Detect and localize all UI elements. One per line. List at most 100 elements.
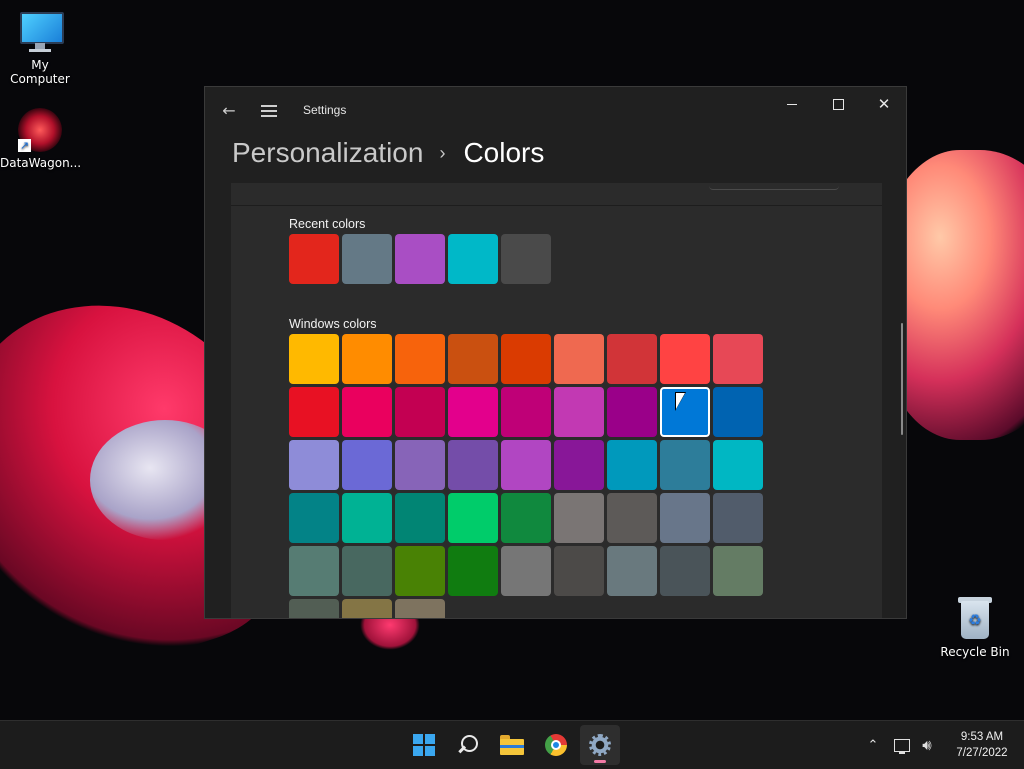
minimize-button[interactable] (769, 87, 815, 121)
volume-button[interactable]: 🔊︎ (916, 721, 938, 769)
recent-color-swatch[interactable] (395, 234, 445, 284)
color-row (289, 599, 766, 618)
chrome-icon (545, 734, 567, 756)
windows-color-swatch[interactable] (342, 546, 392, 596)
windows-color-swatch[interactable] (448, 334, 498, 384)
recent-color-swatch[interactable] (342, 234, 392, 284)
windows-color-swatch[interactable] (395, 387, 445, 437)
windows-logo-icon (413, 734, 435, 756)
windows-color-swatch[interactable] (554, 334, 604, 384)
windows-color-swatch[interactable] (289, 440, 339, 490)
active-app-indicator (594, 760, 606, 763)
windows-color-swatch[interactable] (660, 334, 710, 384)
windows-color-swatch[interactable] (289, 546, 339, 596)
chevron-right-icon: › (439, 142, 446, 163)
gear-icon (589, 734, 611, 756)
window-title: Settings (303, 103, 347, 117)
recent-color-swatch[interactable] (501, 234, 551, 284)
windows-color-swatch[interactable] (501, 440, 551, 490)
shortcut-arrow-icon: ↗ (18, 139, 31, 152)
hamburger-menu-icon[interactable] (261, 105, 277, 117)
recent-color-swatch[interactable] (289, 234, 339, 284)
windows-color-swatch[interactable] (554, 387, 604, 437)
windows-color-swatch[interactable] (395, 334, 445, 384)
search-icon (457, 734, 479, 756)
chevron-up-icon: ⌃ (867, 737, 879, 753)
title-bar[interactable]: ← Settings ✕ (205, 87, 906, 135)
windows-color-swatch[interactable] (713, 334, 763, 384)
minimize-icon (787, 103, 797, 105)
windows-color-swatch[interactable] (501, 546, 551, 596)
color-row (289, 440, 766, 490)
scrollbar-thumb[interactable] (901, 323, 903, 435)
windows-color-swatch[interactable] (660, 493, 710, 543)
windows-color-swatch[interactable] (448, 546, 498, 596)
chrome-button[interactable] (536, 725, 576, 765)
windows-color-swatch[interactable] (554, 546, 604, 596)
back-arrow-icon[interactable]: ← (219, 101, 239, 121)
windows-color-swatch[interactable] (448, 387, 498, 437)
windows-color-swatch[interactable] (395, 599, 445, 618)
breadcrumb-personalization[interactable]: Personalization (232, 137, 423, 169)
windows-color-swatch[interactable] (289, 334, 339, 384)
windows-color-swatch[interactable] (448, 440, 498, 490)
windows-color-swatch[interactable] (342, 493, 392, 543)
windows-color-swatch[interactable] (501, 387, 551, 437)
show-hidden-icons-button[interactable]: ⌃ (864, 721, 882, 769)
windows-color-swatch[interactable] (342, 334, 392, 384)
windows-color-swatch[interactable] (713, 546, 763, 596)
windows-color-swatch[interactable] (395, 493, 445, 543)
close-button[interactable]: ✕ (861, 87, 906, 121)
windows-color-swatch[interactable] (289, 599, 339, 618)
windows-color-swatch[interactable] (342, 440, 392, 490)
windows-color-swatch[interactable] (289, 493, 339, 543)
windows-color-swatch[interactable] (607, 334, 657, 384)
windows-color-swatch[interactable] (395, 546, 445, 596)
colors-content-panel: Recent colors Windows colors (231, 183, 882, 618)
windows-color-swatch[interactable] (607, 387, 657, 437)
close-icon: ✕ (877, 94, 891, 113)
windows-color-swatch[interactable] (660, 546, 710, 596)
windows-color-swatch[interactable] (607, 440, 657, 490)
windows-color-swatch[interactable] (607, 546, 657, 596)
page-title: Colors (463, 137, 545, 168)
windows-color-swatch[interactable] (554, 493, 604, 543)
file-explorer-button[interactable] (492, 725, 532, 765)
network-button[interactable] (892, 721, 912, 769)
windows-color-swatch[interactable] (448, 493, 498, 543)
windows-color-swatch[interactable] (554, 440, 604, 490)
desktop-icon-label: DataWagon... (0, 156, 82, 170)
desktop-icon-label: My Computer (10, 58, 70, 86)
maximize-button[interactable] (815, 87, 861, 121)
clock-time: 9:53 AM (960, 731, 1004, 743)
windows-color-swatch[interactable] (501, 334, 551, 384)
clock[interactable]: 9:53 AM 7/27/2022 (940, 729, 1024, 761)
windows-color-swatch[interactable] (713, 440, 763, 490)
desktop-icon-label: Recycle Bin (940, 645, 1010, 659)
windows-color-swatch[interactable] (713, 387, 763, 437)
desktop-icon-datawagon[interactable]: ↗ DataWagon... (0, 108, 82, 170)
maximize-icon (832, 98, 844, 110)
recent-color-swatch[interactable] (448, 234, 498, 284)
recent-colors-row (289, 234, 554, 284)
color-row (289, 387, 766, 437)
windows-color-swatch[interactable] (607, 493, 657, 543)
start-button[interactable] (404, 725, 444, 765)
settings-taskbar-button[interactable] (580, 725, 620, 765)
windows-color-swatch[interactable] (342, 599, 392, 618)
previous-setting-card-edge (231, 183, 882, 206)
windows-color-swatch[interactable] (342, 387, 392, 437)
windows-color-swatch[interactable] (395, 440, 445, 490)
recycle-bin-icon: ♻ (953, 597, 997, 641)
desktop-icon-my-computer[interactable]: My Computer (0, 10, 80, 86)
windows-color-swatch[interactable] (713, 493, 763, 543)
search-button[interactable] (448, 725, 488, 765)
settings-window: ← Settings ✕ Personalization › Colors Re… (204, 86, 907, 619)
windows-color-swatch[interactable] (501, 493, 551, 543)
datawagon-logo-icon: ↗ (18, 108, 62, 152)
recent-colors-label: Recent colors (289, 217, 366, 231)
windows-color-swatch[interactable] (660, 440, 710, 490)
windows-color-swatch[interactable] (289, 387, 339, 437)
folder-icon (500, 735, 524, 755)
desktop-icon-recycle-bin[interactable]: ♻ Recycle Bin (935, 597, 1015, 659)
